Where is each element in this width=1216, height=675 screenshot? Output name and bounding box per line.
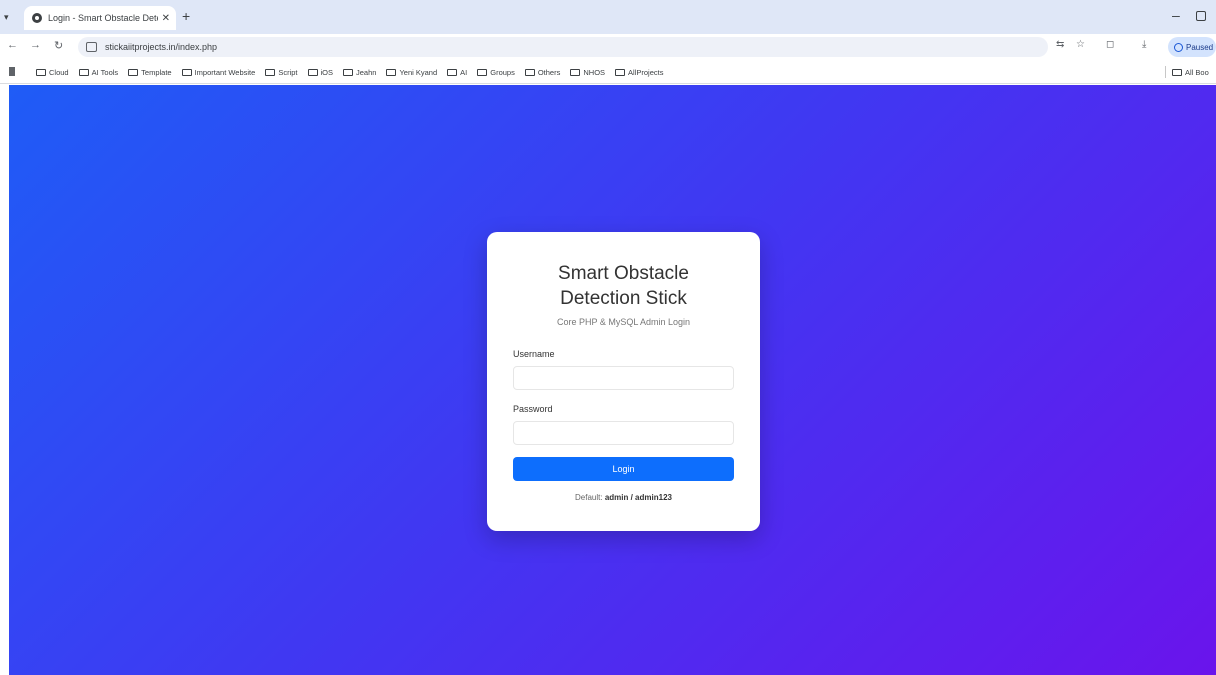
bookmark-folder[interactable]: Script <box>265 68 298 77</box>
browser-tab-strip: ▾ Login - Smart Obstacle Detect ✕ + – <box>0 0 1216 34</box>
bookmark-folder[interactable]: AI <box>447 68 467 77</box>
username-field[interactable] <box>513 366 734 390</box>
password-label: Password <box>513 404 553 414</box>
folder-icon <box>307 68 318 76</box>
new-tab-icon[interactable]: + <box>182 8 190 24</box>
login-card: Smart Obstacle Detection Stick Core PHP … <box>487 232 760 531</box>
browser-toolbar: ← → ↻ stickaiitprojects.in/index.php ⇆ ☆… <box>0 34 1216 60</box>
folder-icon <box>181 68 192 76</box>
bookmark-folder[interactable]: Important Website <box>181 68 255 77</box>
bookmark-star-icon[interactable]: ☆ <box>1076 39 1085 50</box>
bookmark-folder[interactable]: Others <box>524 68 560 77</box>
apps-icon[interactable] <box>9 67 15 76</box>
reload-icon[interactable]: ↻ <box>54 39 63 52</box>
bookmarks-divider <box>1165 66 1166 78</box>
bookmark-folder[interactable]: Template <box>128 68 172 77</box>
folder-icon <box>524 68 535 76</box>
favicon-icon <box>32 13 42 23</box>
folder-icon <box>36 68 46 76</box>
login-button[interactable]: Login <box>513 457 734 481</box>
hint-prefix: Default: <box>575 493 603 502</box>
folder-icon <box>615 68 626 76</box>
profile-label: Paused <box>1186 42 1214 52</box>
profile-icon <box>1174 42 1183 52</box>
bookmark-folder[interactable]: Yeni Kyand <box>386 68 437 77</box>
bookmark-folder[interactable]: Jeahn <box>343 68 376 77</box>
bookmark-list: Cloud AI Tools Template Important Websit… <box>36 60 673 84</box>
folder-icon <box>570 68 581 76</box>
folder-icon <box>343 68 354 76</box>
username-label: Username <box>513 349 555 359</box>
restore-icon[interactable] <box>1196 11 1206 21</box>
password-field[interactable] <box>513 421 734 445</box>
page-title: Smart Obstacle Detection Stick <box>487 261 760 311</box>
folder-icon <box>1172 68 1182 76</box>
default-credentials-hint: Default: admin / admin123 <box>487 493 760 502</box>
bookmarks-bar: Cloud AI Tools Template Important Websit… <box>0 60 1216 84</box>
folder-icon <box>78 68 89 76</box>
browser-tab[interactable]: Login - Smart Obstacle Detect ✕ <box>24 6 176 30</box>
tab-search-chevron-icon[interactable]: ▾ <box>4 12 9 23</box>
bookmark-folder[interactable]: iOS <box>307 68 333 77</box>
back-icon[interactable]: ← <box>7 39 18 51</box>
hint-credentials: admin / admin123 <box>604 493 672 502</box>
extensions-icon[interactable]: ◻ <box>1106 39 1114 50</box>
minimize-icon[interactable]: – <box>1172 7 1180 23</box>
translate-icon[interactable]: ⇆ <box>1056 39 1064 50</box>
page-subtitle: Core PHP & MySQL Admin Login <box>556 317 691 327</box>
bookmark-folder[interactable]: Cloud <box>36 68 69 77</box>
download-icon[interactable]: ⤓ <box>1142 39 1146 50</box>
folder-icon <box>447 68 458 76</box>
page-background: Smart Obstacle Detection Stick Core PHP … <box>9 85 1216 675</box>
bookmark-folder[interactable]: AllProjects <box>615 68 663 77</box>
close-tab-icon[interactable]: ✕ <box>162 13 170 24</box>
tab-title: Login - Smart Obstacle Detect <box>48 13 158 23</box>
folder-icon <box>386 68 397 76</box>
site-info-icon[interactable] <box>86 42 97 52</box>
forward-icon[interactable]: → <box>30 39 41 51</box>
title-line-1: Smart Obstacle <box>558 263 689 284</box>
bookmark-folder[interactable]: NHOS <box>570 68 605 77</box>
url-text: stickaiitprojects.in/index.php <box>105 42 218 52</box>
folder-icon <box>477 68 488 76</box>
folder-icon <box>265 68 276 76</box>
all-bookmarks-button[interactable]: All Boo <box>1172 60 1209 84</box>
folder-icon <box>128 68 139 76</box>
title-line-2: Detection Stick <box>560 288 687 309</box>
address-bar[interactable]: stickaiitprojects.in/index.php <box>78 37 1048 57</box>
profile-button[interactable]: Paused <box>1168 37 1216 57</box>
bookmark-folder[interactable]: AI Tools <box>78 68 118 77</box>
bookmark-folder[interactable]: Groups <box>477 68 515 77</box>
